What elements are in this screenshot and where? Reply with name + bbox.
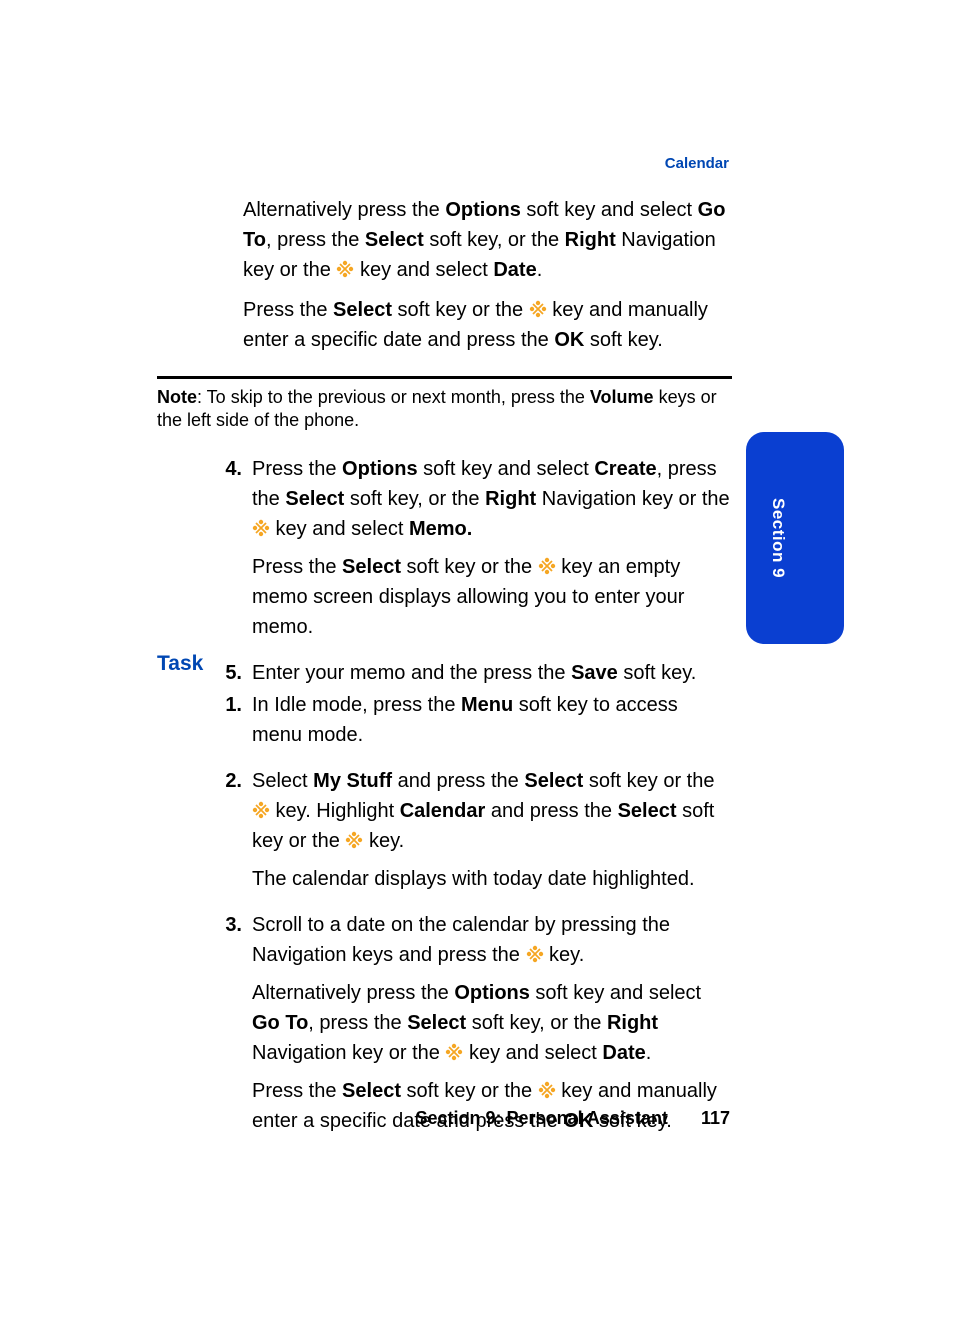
- text: Navigation key or the: [252, 1042, 445, 1064]
- text: soft key or the: [401, 556, 538, 578]
- ok-key-icon: [538, 1081, 556, 1099]
- bold-select: Select: [365, 229, 424, 251]
- bold-memo: Memo.: [409, 518, 472, 540]
- task-heading: Task: [157, 652, 203, 676]
- text: soft key and select: [530, 982, 701, 1004]
- bold-options: Options: [454, 982, 530, 1004]
- text: soft key or the: [401, 1080, 538, 1102]
- text: soft key.: [584, 329, 663, 351]
- note-divider: [157, 376, 732, 379]
- bold-select: Select: [342, 556, 401, 578]
- text: Press the: [252, 556, 342, 578]
- text: soft key, or the: [466, 1012, 607, 1034]
- text: key.: [363, 830, 404, 852]
- text: soft key, or the: [344, 488, 485, 510]
- step-number: 4.: [198, 454, 252, 650]
- bold-options: Options: [445, 199, 521, 221]
- text: soft key and select: [521, 199, 698, 221]
- content-task-steps: 1. In Idle mode, press the Menu soft key…: [198, 690, 733, 1152]
- ok-key-icon: [526, 945, 544, 963]
- bold-date: Date: [602, 1042, 645, 1064]
- step-number: 2.: [198, 766, 252, 902]
- step-number: 1.: [198, 690, 252, 758]
- text: soft key or the: [392, 299, 529, 321]
- text: key and select: [463, 1042, 602, 1064]
- page-number: 117: [701, 1108, 730, 1128]
- text: Press the: [243, 299, 333, 321]
- section-tab-label: Section 9: [768, 498, 788, 578]
- bold-select: Select: [407, 1012, 466, 1034]
- text: soft key or the: [583, 770, 714, 792]
- text: Scroll to a date on the calendar by pres…: [252, 914, 670, 966]
- content-top-paragraphs: Alternatively press the Options soft key…: [243, 195, 733, 365]
- bold-select: Select: [333, 299, 392, 321]
- text: soft key.: [618, 662, 697, 684]
- ok-key-icon: [538, 557, 556, 575]
- section-header: Calendar: [665, 155, 729, 172]
- ok-key-icon: [336, 260, 354, 278]
- text: key and select: [270, 518, 409, 540]
- text: Enter your memo and the press the: [252, 662, 571, 684]
- bold-save: Save: [571, 662, 618, 684]
- bold-calendar: Calendar: [400, 800, 486, 822]
- text: and press the: [485, 800, 617, 822]
- bold-create: Create: [594, 458, 656, 480]
- text: and press the: [392, 770, 524, 792]
- text: soft key, or the: [424, 229, 565, 251]
- bold-select: Select: [524, 770, 583, 792]
- bold-right: Right: [565, 229, 616, 251]
- note-block: Note: To skip to the previous or next mo…: [157, 386, 732, 433]
- list-item: 1. In Idle mode, press the Menu soft key…: [198, 690, 733, 758]
- list-item: 4. Press the Options soft key and select…: [198, 454, 733, 650]
- bold-select: Select: [342, 1080, 401, 1102]
- text: Select: [252, 770, 313, 792]
- ok-key-icon: [252, 519, 270, 537]
- bold-volume: Volume: [590, 387, 654, 407]
- text: The calendar displays with today date hi…: [252, 864, 733, 894]
- content-steps-4-5: 4. Press the Options soft key and select…: [198, 454, 733, 704]
- text: In Idle mode, press the: [252, 694, 461, 716]
- text: key and select: [354, 259, 493, 281]
- text: .: [646, 1042, 652, 1064]
- text: key.: [544, 944, 585, 966]
- footer-section: Section 9: Personal Assistant: [416, 1108, 668, 1128]
- text: Press the: [252, 1080, 342, 1102]
- bold-select: Select: [285, 488, 344, 510]
- bold-right: Right: [485, 488, 536, 510]
- text: Alternatively press the: [252, 982, 454, 1004]
- text: , press the: [266, 229, 365, 251]
- bold-date: Date: [493, 259, 536, 281]
- ok-key-icon: [529, 300, 547, 318]
- text: : To skip to the previous or next month,…: [197, 387, 590, 407]
- text: Alternatively press the: [243, 199, 445, 221]
- list-item: 2. Select My Stuff and press the Select …: [198, 766, 733, 902]
- text: Navigation key or the: [536, 488, 729, 510]
- text: , press the: [308, 1012, 407, 1034]
- ok-key-icon: [445, 1043, 463, 1061]
- text: .: [537, 259, 543, 281]
- bold-ok: OK: [554, 329, 584, 351]
- page-footer: Section 9: Personal Assistant 117: [0, 1108, 730, 1129]
- text: key. Highlight: [270, 800, 400, 822]
- bold-right: Right: [607, 1012, 658, 1034]
- ok-key-icon: [252, 801, 270, 819]
- text: Press the: [252, 458, 342, 480]
- bold-select: Select: [618, 800, 677, 822]
- bold-options: Options: [342, 458, 418, 480]
- section-thumb-tab: Section 9: [746, 432, 844, 644]
- ok-key-icon: [345, 831, 363, 849]
- bold-my-stuff: My Stuff: [313, 770, 392, 792]
- text: soft key and select: [418, 458, 595, 480]
- bold-go-to: Go To: [252, 1012, 308, 1034]
- note-label: Note: [157, 387, 197, 407]
- bold-menu: Menu: [461, 694, 513, 716]
